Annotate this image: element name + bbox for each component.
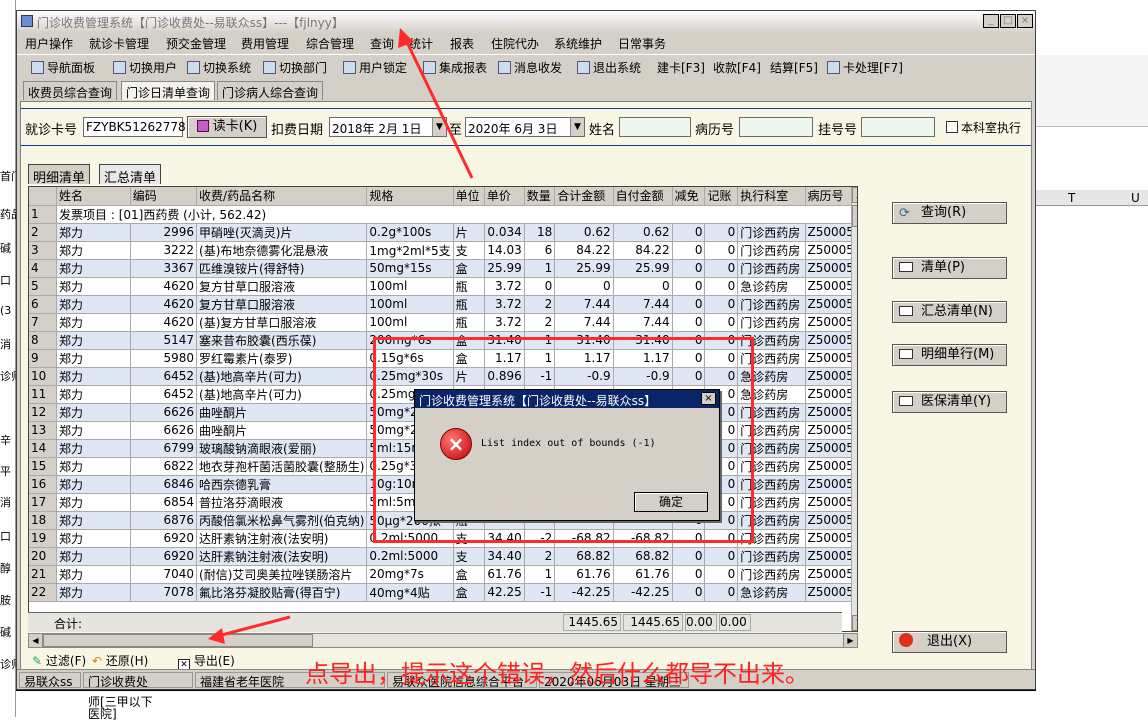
dialog-close-button[interactable]: × (701, 392, 716, 405)
arrow-to-export (217, 615, 291, 638)
dialog-ok-button[interactable]: 确定 (634, 492, 708, 512)
dialog-message: List index out of bounds (-1) (481, 438, 656, 449)
arrow-head (398, 28, 414, 48)
annotation-text: 点导出，提示这个错误，然后什么都导不出来。 (305, 660, 809, 688)
dialog-title: 门诊收费管理系统【门诊收费处--易联众ss】 (415, 390, 719, 408)
arrow-to-query-menu (403, 37, 474, 179)
arrow-head (208, 628, 225, 644)
annotation-arrows (208, 28, 474, 644)
error-dialog: 门诊收费管理系统【门诊收费处--易联众ss】 × × List index ou… (414, 389, 720, 521)
error-icon: × (440, 428, 472, 460)
